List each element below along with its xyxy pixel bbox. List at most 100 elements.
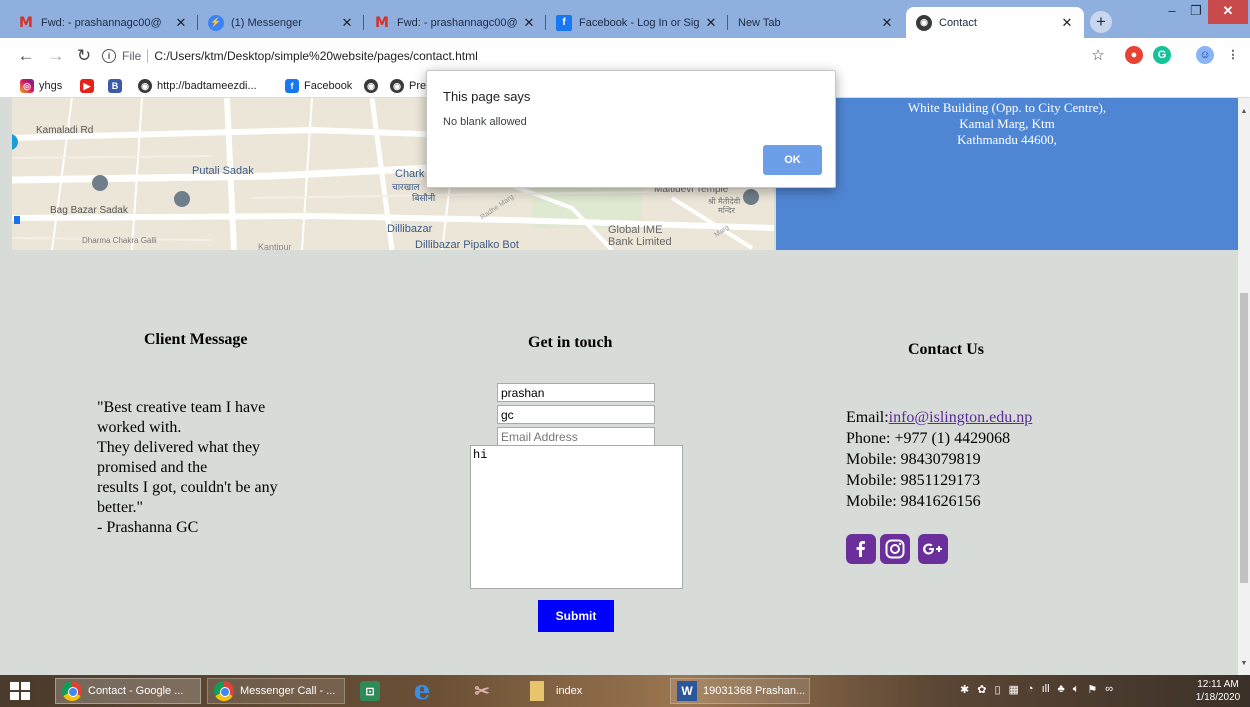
browser-tab-strip: M Fwd: - prashannagc00@ ✕ ⚡ (1) Messenge… (0, 0, 1250, 38)
network-icon[interactable]: ◔ (1027, 683, 1034, 699)
close-icon[interactable]: ✕ (340, 15, 354, 31)
grammarly-icon[interactable]: G (1153, 46, 1171, 64)
bookmark-label: yhgs (39, 80, 63, 92)
map-label: बिसौनी (412, 193, 436, 203)
map-label: Putali Sadak (192, 165, 254, 177)
info-icon[interactable]: i (102, 49, 116, 63)
minimize-icon[interactable]: – (1161, 0, 1183, 24)
profile-avatar-icon[interactable]: ☺ (1196, 46, 1214, 64)
phone-line: Phone: +977 (1) 4429068 (846, 430, 1011, 447)
battery-icon[interactable]: ▯ (994, 683, 1000, 699)
bookmark-yhgs[interactable]: ◎ yhgs (20, 78, 62, 94)
testimonial-line: "Best creative team I have (97, 399, 266, 416)
scroll-down-icon[interactable]: ▼ (1238, 658, 1250, 670)
close-icon[interactable]: ✕ (704, 15, 718, 31)
address-url[interactable]: C:/Users/ktm/Desktop/simple%20website/pa… (154, 49, 477, 63)
taskbar-item-chrome-messenger[interactable]: Messenger Call - ... (207, 678, 345, 704)
forward-arrow-icon[interactable]: → (46, 46, 66, 66)
facebook-icon: f (285, 79, 299, 93)
star-icon[interactable]: ☆ (1088, 46, 1108, 66)
map-label: Dillibazar (387, 223, 433, 235)
close-icon[interactable]: ✕ (1060, 15, 1074, 31)
bookmark-youtube[interactable]: ▶ (80, 78, 99, 94)
reload-icon[interactable]: ↻ (74, 46, 94, 66)
store-icon[interactable]: ⊡ (360, 681, 380, 701)
email-input[interactable] (497, 427, 655, 446)
map-label: मन्दिर (718, 206, 735, 215)
page-scrollbar[interactable]: ▲ ▼ (1238, 98, 1250, 675)
bookmark-label: http://badtameezdi... (157, 80, 257, 92)
close-icon[interactable]: ✕ (880, 15, 894, 31)
tray-app-icon[interactable]: ▦ (1009, 683, 1019, 699)
last-name-input[interactable] (497, 405, 655, 424)
taskbar-item-word[interactable]: W 19031368 Prashan... (670, 678, 810, 704)
client-message-heading: Client Message (144, 331, 248, 348)
address-divider (147, 49, 149, 63)
bookmark-globe[interactable]: ◉ (364, 78, 383, 94)
extension-record-icon[interactable]: ● (1125, 46, 1143, 64)
tab-title: Facebook - Log In or Sig (579, 16, 700, 29)
maximize-icon[interactable]: ❐ (1185, 0, 1207, 24)
taskbar-item-chrome-contact[interactable]: Contact - Google ... (55, 678, 201, 704)
volume-icon[interactable]: 🔈︎ (1073, 683, 1080, 699)
tab-title: Fwd: - prashannagc00@ (41, 16, 162, 29)
action-center-icon[interactable]: ⚑ (1087, 683, 1097, 699)
browser-tab-messenger[interactable]: ⚡ (1) Messenger ✕ (198, 7, 364, 38)
email-link[interactable]: info@islington.edu.np (889, 409, 1033, 426)
bookmark-label: Pre (409, 80, 427, 92)
bookmark-facebook[interactable]: f Facebook (285, 78, 352, 94)
map-label: Kantipur (258, 242, 292, 250)
alert-message: No blank allowed (443, 116, 527, 128)
browser-tab-gmail-1[interactable]: M Fwd: - prashannagc00@ ✕ (8, 7, 198, 38)
alert-ok-button[interactable]: OK (763, 145, 822, 175)
bluetooth-icon[interactable]: ✱ (960, 683, 969, 699)
browser-tab-facebook[interactable]: f Facebook - Log In or Sig ✕ (546, 7, 728, 38)
internet-explorer-icon[interactable]: e (410, 676, 434, 706)
scroll-thumb[interactable] (1240, 293, 1248, 583)
instagram-icon[interactable] (880, 534, 910, 564)
submit-button[interactable]: Submit (538, 600, 614, 632)
windows-start-icon[interactable] (10, 682, 30, 700)
menu-kebab-icon[interactable]: ⋮ (1224, 46, 1242, 64)
google-plus-icon[interactable] (918, 534, 948, 564)
address-bar[interactable]: i File C:/Users/ktm/Desktop/simple%20web… (102, 44, 1107, 68)
address-line: White Building (Opp. to City Centre), (907, 100, 1107, 115)
testimonial-author: - Prashanna GC (97, 519, 199, 536)
gmail-icon: M (19, 14, 33, 31)
link-icon[interactable]: ∞ (1105, 683, 1113, 699)
browser-toolbar: ← → ↻ i File C:/Users/ktm/Desktop/simple… (0, 38, 1250, 74)
close-icon[interactable]: ✕ (522, 15, 536, 31)
folder-icon (530, 681, 544, 701)
email-label: Email: (846, 409, 889, 426)
first-name-input[interactable] (497, 383, 655, 402)
tray-app-icon[interactable]: ♣ (1058, 683, 1065, 699)
snipping-tool-icon[interactable]: ✂ (470, 679, 494, 703)
bookmark-b[interactable]: B (108, 78, 127, 94)
taskbar-item-label: index (556, 685, 583, 697)
testimonial-line: promised and the (97, 459, 208, 476)
bookmark-pre[interactable]: ◉ Pre (390, 78, 426, 94)
taskbar-item-folder-index[interactable]: index (524, 678, 660, 704)
map-label: Dillibazar Pipalko Bot (415, 239, 519, 250)
browser-tab-gmail-2[interactable]: M Fwd: - prashannagc00@ ✕ (364, 7, 546, 38)
message-textarea[interactable]: hi (470, 445, 683, 589)
bookmark-b-icon: B (108, 79, 122, 93)
windows-taskbar: Contact - Google ... Messenger Call - ..… (0, 675, 1250, 707)
signal-icon[interactable]: ıll (1042, 683, 1050, 699)
mobile-line: Mobile: 9851129173 (846, 472, 981, 489)
window-close-icon[interactable]: ✕ (1208, 0, 1248, 24)
bookmark-badtameezdil[interactable]: ◉ http://badtameezdi... (138, 78, 257, 94)
taskbar-clock[interactable]: 12:11 AM 1/18/2020 (1192, 678, 1244, 704)
mobile-line: Mobile: 9841626156 (846, 493, 981, 510)
taskbar-item-label: Messenger Call - ... (240, 685, 336, 697)
instagram-icon: ◎ (20, 79, 34, 93)
clock-date: 1/18/2020 (1195, 692, 1241, 703)
tray-app-icon[interactable]: ✿ (977, 683, 986, 699)
scroll-up-icon[interactable]: ▲ (1238, 106, 1250, 118)
new-tab-button[interactable]: + (1090, 11, 1112, 33)
close-icon[interactable]: ✕ (174, 15, 188, 31)
facebook-icon[interactable] (846, 534, 876, 564)
browser-tab-new-tab[interactable]: New Tab ✕ (728, 7, 904, 38)
browser-tab-contact[interactable]: ◉ Contact ✕ (906, 7, 1084, 38)
back-arrow-icon[interactable]: ← (16, 46, 36, 66)
